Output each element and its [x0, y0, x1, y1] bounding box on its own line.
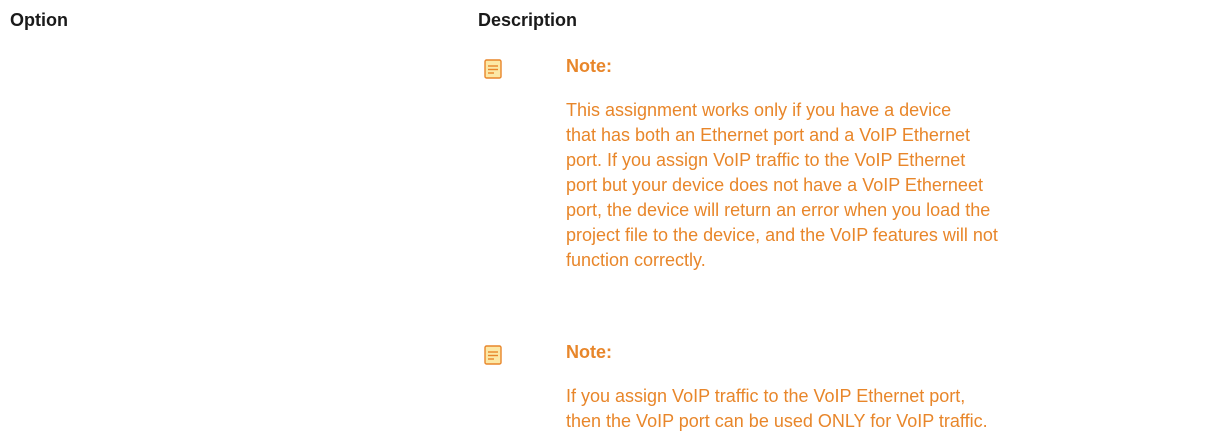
note-line: port. If you assign VoIP traffic to the …	[566, 150, 966, 170]
note-title: Note:	[566, 342, 612, 362]
note-line: port, the device will return an error wh…	[566, 200, 991, 220]
note-line: This assignment works only if you have a…	[566, 100, 952, 120]
note-line: project file to the device, and the VoIP…	[566, 225, 998, 245]
note-block: Note: This assignment works only if you …	[482, 54, 1202, 324]
note-body: If you assign VoIP traffic to the VoIP E…	[566, 384, 1206, 434]
note-line: then the VoIP port can be used ONLY for …	[566, 411, 988, 431]
note-block: Note: If you assign VoIP traffic to the …	[482, 340, 1202, 440]
note-icon	[484, 59, 502, 79]
note-body: This assignment works only if you have a…	[566, 98, 1206, 273]
note-line: port but your device does not have a VoI…	[566, 175, 983, 195]
note-line: that has both an Ethernet port and a VoI…	[566, 125, 970, 145]
note-icon	[484, 345, 502, 365]
column-header-option: Option	[10, 10, 68, 30]
note-line: If you assign VoIP traffic to the VoIP E…	[566, 386, 966, 406]
column-header-description: Description	[478, 10, 578, 30]
note-title: Note:	[566, 56, 612, 76]
note-line: function correctly.	[566, 250, 706, 270]
